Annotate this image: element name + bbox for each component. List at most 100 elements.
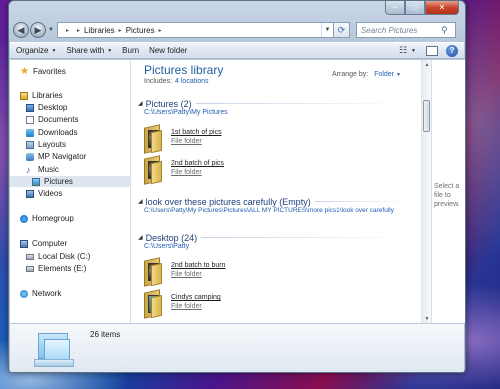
group-header[interactable]: ◢ Desktop (24) — [138, 232, 408, 243]
item-type: File folder — [171, 138, 202, 145]
group-path: C:\Users\Patty\My Pictures — [144, 109, 228, 116]
nav-homegroup[interactable]: Homegroup — [20, 213, 74, 224]
list-item[interactable]: 1st batch of pics File folder — [144, 124, 344, 156]
library-icon: ▸ — [65, 27, 69, 34]
nav-computer[interactable]: Computer — [20, 238, 67, 249]
forward-arrow-icon: ▶ — [34, 24, 42, 35]
nav-label: Elements (E:) — [38, 264, 87, 273]
group-title: Desktop (24) — [145, 232, 198, 243]
nav-label: MP Navigator — [38, 152, 87, 161]
group-look-over: ◢ look over these pictures carefully (Emp… — [138, 196, 408, 214]
nav-elements-drive[interactable]: Elements (E:) — [26, 263, 86, 274]
maximize-button[interactable]: □ — [405, 1, 425, 15]
group-path: C:\Users\Patty\My Pictures\Pictures\ALL … — [144, 207, 394, 214]
item-type: File folder — [171, 169, 202, 176]
minimize-button[interactable]: – — [385, 1, 405, 15]
network-icon — [20, 289, 28, 298]
new-folder-button[interactable]: New folder — [149, 46, 187, 55]
group-header[interactable]: ◢ look over these pictures carefully (Emp… — [138, 196, 408, 207]
item-type: File folder — [171, 271, 202, 278]
nav-label: Computer — [32, 239, 68, 248]
collapse-icon[interactable]: ◢ — [138, 100, 143, 107]
preview-message: Select a file to preview. — [434, 183, 460, 208]
nav-label: Documents — [38, 115, 79, 124]
list-item[interactable]: Cindys camping File folder — [144, 289, 344, 321]
share-with-button[interactable]: Share with ▼ — [66, 46, 112, 55]
preview-pane-toggle-icon[interactable] — [426, 45, 438, 56]
nav-label: Pictures — [44, 177, 73, 186]
recent-pages-dropdown-icon[interactable]: ▼ — [48, 27, 54, 33]
includes-label: Includes: — [144, 78, 173, 85]
arrange-label: Arrange by: — [332, 71, 369, 78]
details-pane: 26 items — [10, 323, 464, 372]
organize-label: Organize — [16, 46, 49, 55]
scrollbar-thumb[interactable] — [423, 100, 430, 132]
help-icon[interactable]: ? — [446, 44, 458, 57]
breadcrumb-pictures[interactable]: Pictures — [126, 26, 155, 35]
nav-label: Music — [38, 165, 59, 174]
locations-link[interactable]: 4 locations — [175, 78, 208, 85]
close-button[interactable]: ✕ — [425, 1, 459, 15]
view-dropdown-icon[interactable]: ▼ — [411, 48, 416, 54]
forward-button[interactable]: ▶ — [30, 22, 46, 38]
list-item[interactable]: 2nd batch of pics File folder — [144, 155, 344, 187]
back-button[interactable]: ◀ — [13, 22, 29, 38]
nav-label: Favorites — [32, 67, 66, 76]
group-header[interactable]: ◢ Pictures (2) — [138, 98, 408, 109]
view-icon[interactable]: ☷ — [399, 45, 407, 56]
back-arrow-icon: ◀ — [17, 24, 25, 35]
arrange-by-dropdown[interactable]: Folder — [374, 71, 394, 78]
nav-label: Network — [32, 289, 62, 298]
nav-libraries[interactable]: Libraries — [20, 90, 63, 101]
nav-mp-navigator[interactable]: MP Navigator — [26, 151, 86, 162]
nav-music[interactable]: ♪ Music — [26, 164, 59, 175]
refresh-button[interactable]: ⟳ — [333, 22, 350, 38]
nav-network[interactable]: Network — [20, 288, 61, 299]
explorer-window: – □ ✕ ◀ ▶ ▼ ▸ ▸ Libraries ▸ Pictures ▸ ▼… — [8, 0, 466, 373]
nav-label: Layouts — [38, 140, 67, 149]
breadcrumb-separator-icon[interactable]: ▸ — [77, 27, 80, 34]
page-title: Pictures library — [144, 63, 224, 77]
nav-layouts[interactable]: Layouts — [26, 139, 66, 150]
address-bar[interactable]: ▸ ▸ Libraries ▸ Pictures ▸ ▼ — [56, 22, 334, 38]
preview-pane: Select a file to preview. — [431, 60, 465, 323]
nav-pictures[interactable]: Pictures — [10, 176, 130, 187]
computer-icon — [20, 239, 28, 248]
breadcrumb-separator-icon[interactable]: ▸ — [119, 27, 122, 34]
nav-documents[interactable]: Documents — [26, 114, 78, 125]
music-icon: ♪ — [26, 164, 31, 175]
group-path: C:\Users\Patty — [144, 243, 190, 250]
collapse-icon[interactable]: ◢ — [138, 198, 143, 205]
nav-local-disk[interactable]: Local Disk (C:) — [26, 251, 90, 262]
chevron-down-icon: ▼ — [51, 47, 57, 54]
item-name: 2nd batch of pics — [171, 160, 224, 167]
homegroup-icon — [20, 214, 28, 223]
search-box[interactable]: Search Pictures ⚲ — [355, 22, 456, 38]
nav-videos[interactable]: Videos — [26, 188, 62, 199]
folder-icon — [144, 155, 162, 185]
breadcrumb-libraries[interactable]: Libraries — [84, 26, 115, 35]
chevron-down-icon[interactable]: ▼ — [396, 72, 401, 78]
nav-label: Libraries — [32, 91, 63, 100]
breadcrumb-separator-icon[interactable]: ▸ — [159, 27, 162, 34]
nav-favorites[interactable]: ★ Favorites — [20, 66, 66, 77]
nav-label: Videos — [38, 189, 63, 198]
vertical-scrollbar[interactable]: ▲ ▼ — [421, 60, 431, 323]
address-dropdown-icon[interactable]: ▼ — [320, 23, 333, 37]
collapse-icon[interactable]: ◢ — [138, 234, 143, 241]
caption-buttons: – □ ✕ — [385, 1, 459, 15]
nav-desktop[interactable]: Desktop — [26, 102, 67, 113]
content-pane: Pictures library Includes: 4 locations Ar… — [132, 60, 421, 323]
list-item[interactable]: 2nd batch to burn File folder — [144, 257, 344, 289]
item-name: 2nd batch to burn — [171, 262, 226, 269]
arrange-by: Arrange by: Folder ▼ — [332, 71, 401, 78]
mp-navigator-icon — [26, 152, 34, 161]
organize-button[interactable]: Organize ▼ — [16, 46, 56, 55]
library-icon — [20, 91, 28, 100]
search-input[interactable]: Search Pictures — [361, 26, 441, 35]
nav-downloads[interactable]: Downloads — [26, 127, 78, 138]
search-icon[interactable]: ⚲ — [441, 25, 455, 36]
group-title: Pictures (2) — [145, 98, 192, 109]
drive-icon — [26, 253, 34, 260]
burn-button[interactable]: Burn — [122, 46, 139, 55]
